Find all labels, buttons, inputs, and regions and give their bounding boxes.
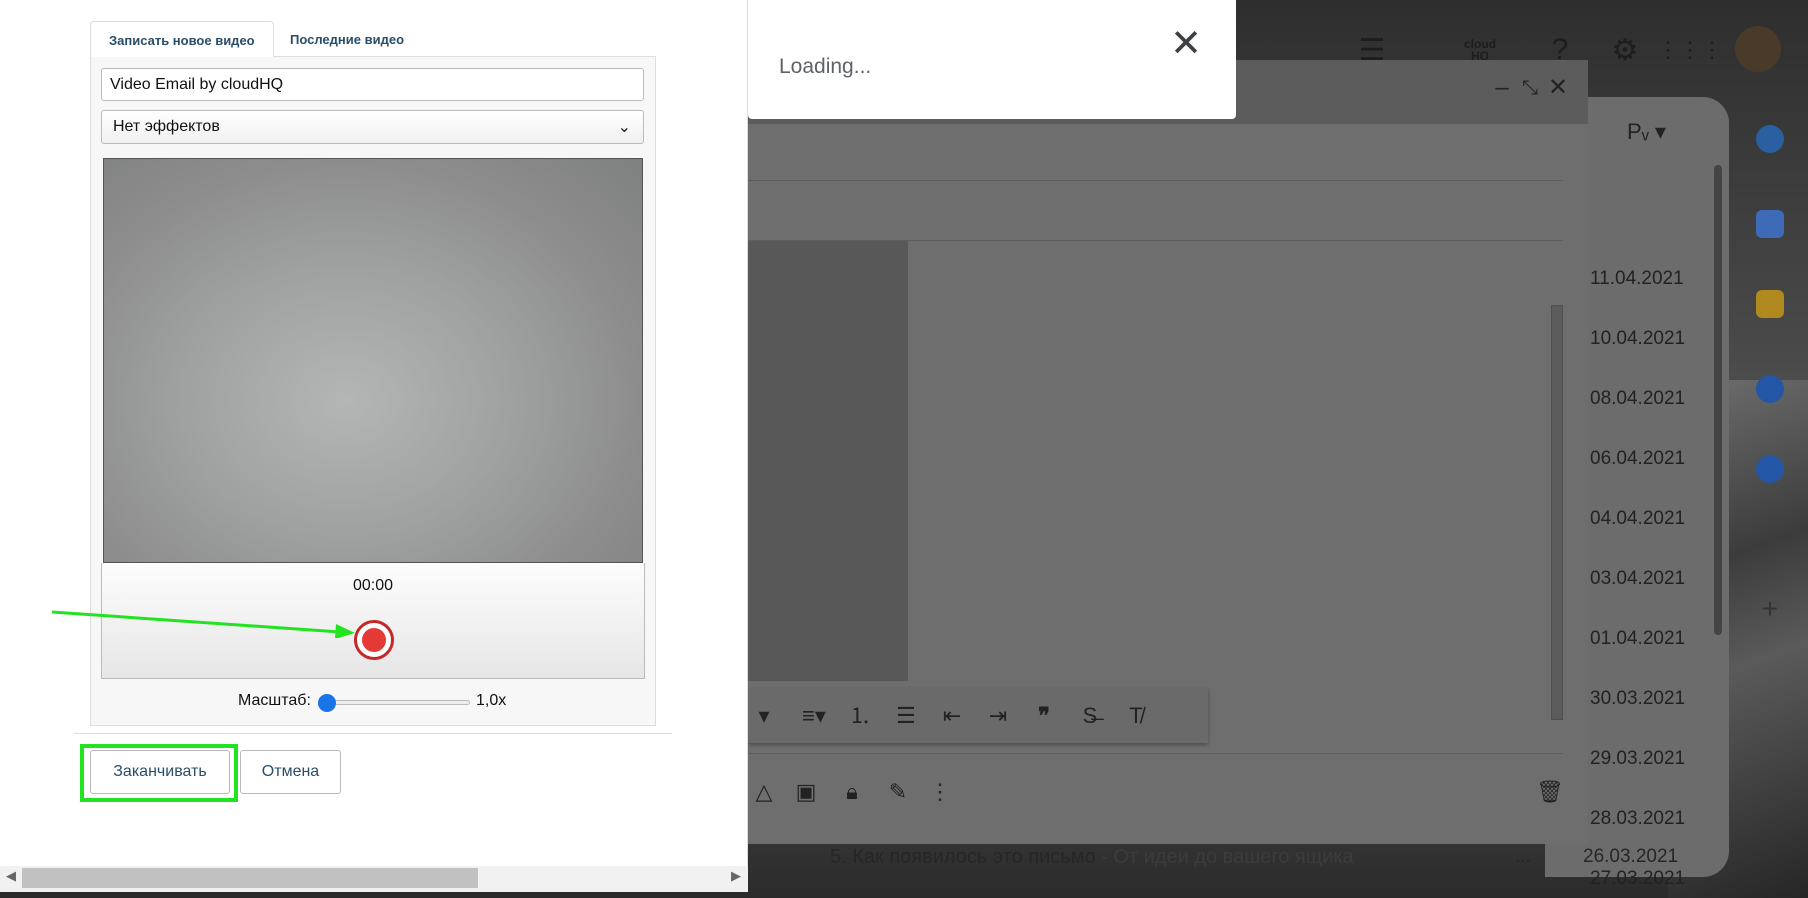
bulleted-list-icon: ☰ (896, 703, 916, 728)
add-addon-icon: + (1761, 593, 1779, 624)
drive-icon: △ (755, 779, 773, 804)
list-item-date: 26.03.2021 (1583, 846, 1679, 867)
discard-trash-icon: 🗑︎ (1536, 779, 1564, 804)
list-item-date: 06.04.2021 (1590, 448, 1686, 469)
record-button[interactable] (354, 620, 394, 660)
camera-preview (103, 158, 643, 563)
list-item-date: 27.03.2021 (1590, 868, 1686, 889)
more-options-icon: ⋮ (929, 779, 951, 804)
zoom-label: Масштаб: (238, 692, 311, 709)
numbered-list-icon: ⒈ (848, 703, 871, 728)
confidential-lock-icon: 🔒︎ (846, 779, 858, 804)
keep-icon (1756, 290, 1784, 318)
highlight-box (80, 744, 238, 802)
annotation-arrow (51, 610, 355, 638)
loading-dialog: Loading... ✕ (748, 0, 1236, 119)
embedded-video-preview (748, 241, 908, 681)
list-item-subject: 5. Как появилось это письмо - От идеи до… (830, 846, 1354, 868)
side-addon-icon (1756, 125, 1784, 153)
zoom-value: 1,0x (476, 692, 507, 709)
tab-recent-videos[interactable]: Последние видео (272, 21, 422, 57)
close-icon: ✕ (1547, 74, 1569, 101)
calendar-icon (1756, 210, 1784, 238)
settings-gear-icon: ⚙ (1611, 33, 1639, 67)
divider (748, 753, 1563, 754)
video-recorder-panel: Записать новое видео Последние видео Нет… (0, 0, 748, 892)
clear-formatting-icon: T̸ (1129, 703, 1143, 728)
zoom-slider-thumb[interactable] (318, 694, 336, 712)
align-icon: ≡▾ (802, 703, 826, 728)
divider (74, 733, 672, 734)
list-item-date: 01.04.2021 (1590, 628, 1686, 649)
effects-select-value: Нет эффектов (113, 118, 220, 135)
recording-timer: 00:00 (352, 577, 394, 594)
horizontal-scrollbar[interactable]: ◀ ▶ (0, 866, 748, 892)
avatar (1735, 26, 1781, 72)
indent-more-icon: ⇥ (988, 703, 1008, 728)
strikethrough-icon: S̶ (1082, 703, 1098, 728)
effects-select[interactable]: Нет эффектов ⌄ (101, 110, 644, 144)
scrollbar-thumb[interactable] (22, 868, 478, 888)
font-size-dropdown-icon: ▾ (758, 703, 770, 728)
expand-chevron-icon: › (1766, 841, 1774, 866)
tab-record-new-video[interactable]: Записать новое видео (90, 21, 274, 57)
chevron-down-icon: ⌄ (617, 119, 631, 136)
divider (748, 180, 1563, 181)
list-item-date: 08.04.2021 (1590, 388, 1686, 409)
list-item-date: 11.04.2021 (1590, 268, 1684, 289)
scroll-left-icon[interactable]: ◀ (6, 868, 16, 884)
list-item-date: 10.04.2021 (1590, 328, 1686, 349)
close-dialog-icon[interactable]: ✕ (1168, 25, 1204, 63)
scroll-right-icon[interactable]: ▶ (731, 868, 741, 884)
column-header: Рᵥ ▾ (1627, 119, 1666, 144)
signature-pen-icon: ✎ (888, 779, 908, 804)
list-item-date: 03.04.2021 (1590, 568, 1686, 589)
video-title-input[interactable] (101, 68, 644, 101)
insert-photo-icon: ▣ (795, 779, 817, 804)
indent-less-icon: ⇤ (942, 703, 962, 728)
list-item-date: 29.03.2021 (1590, 748, 1686, 769)
contacts-icon (1756, 455, 1784, 483)
list-item-ellipsis: ... (1515, 846, 1531, 867)
compose-window: – ⤡ ✕ ▾ ≡▾ ⒈ ☰ ⇤ ⇥ ❞ S̶ T̸ △ ▣ 🔒︎ ✎ ⋮ 🗑︎ (748, 60, 1588, 844)
apps-grid-icon: ⋮⋮⋮ (1657, 37, 1723, 62)
loading-text: Loading... (779, 55, 872, 78)
quote-icon: ❞ (1038, 703, 1050, 728)
formatting-toolbar: ▾ ≡▾ ⒈ ☰ ⇤ ⇥ ❞ S̶ T̸ (748, 688, 1208, 743)
tasks-icon (1756, 375, 1784, 403)
cancel-button[interactable]: Отмена (240, 750, 341, 794)
list-item-date: 30.03.2021 (1590, 688, 1686, 709)
compose-scrollbar (1551, 305, 1563, 720)
exit-fullscreen-icon: ⤡ (1522, 77, 1538, 99)
zoom-slider[interactable] (326, 700, 470, 705)
list-scrollbar (1714, 165, 1722, 635)
minimize-icon: – (1495, 74, 1509, 101)
list-item-date: 04.04.2021 (1590, 508, 1686, 529)
list-item-date: 28.03.2021 (1590, 808, 1686, 829)
